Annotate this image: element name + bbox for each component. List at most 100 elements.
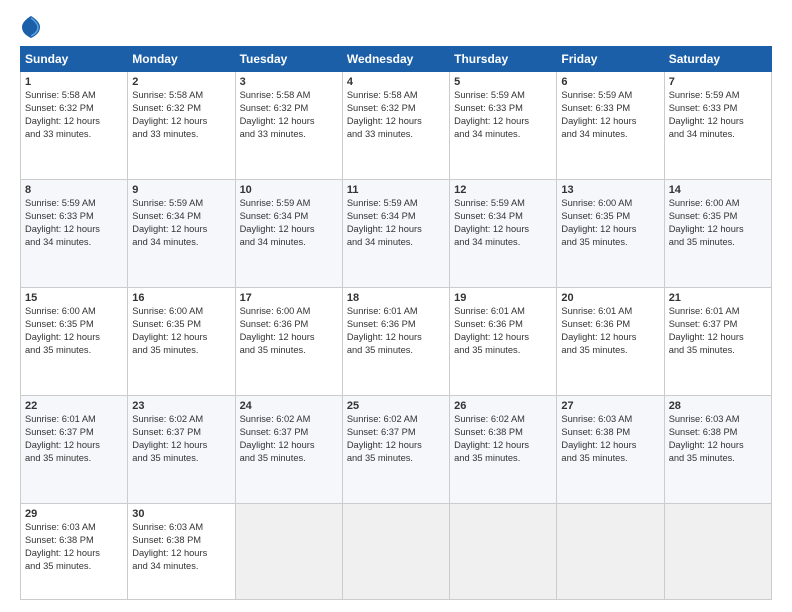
calendar-cell: 20Sunrise: 6:01 AM Sunset: 6:36 PM Dayli… (557, 287, 664, 395)
calendar-cell: 30Sunrise: 6:03 AM Sunset: 6:38 PM Dayli… (128, 503, 235, 599)
calendar-cell: 22Sunrise: 6:01 AM Sunset: 6:37 PM Dayli… (21, 395, 128, 503)
calendar-day-header: Wednesday (342, 47, 449, 72)
calendar-cell: 10Sunrise: 5:59 AM Sunset: 6:34 PM Dayli… (235, 179, 342, 287)
calendar-cell (450, 503, 557, 599)
calendar-cell (664, 503, 771, 599)
day-info: Sunrise: 6:02 AM Sunset: 6:37 PM Dayligh… (240, 413, 338, 465)
day-info: Sunrise: 5:59 AM Sunset: 6:33 PM Dayligh… (25, 197, 123, 249)
calendar-day-header: Saturday (664, 47, 771, 72)
day-number: 19 (454, 292, 552, 304)
calendar-cell: 18Sunrise: 6:01 AM Sunset: 6:36 PM Dayli… (342, 287, 449, 395)
day-number: 27 (561, 400, 659, 412)
calendar-cell: 17Sunrise: 6:00 AM Sunset: 6:36 PM Dayli… (235, 287, 342, 395)
calendar-cell: 14Sunrise: 6:00 AM Sunset: 6:35 PM Dayli… (664, 179, 771, 287)
logo-icon (22, 16, 40, 38)
day-number: 12 (454, 184, 552, 196)
page: SundayMondayTuesdayWednesdayThursdayFrid… (0, 0, 792, 612)
day-info: Sunrise: 6:00 AM Sunset: 6:35 PM Dayligh… (561, 197, 659, 249)
day-info: Sunrise: 5:58 AM Sunset: 6:32 PM Dayligh… (347, 89, 445, 141)
day-info: Sunrise: 6:01 AM Sunset: 6:37 PM Dayligh… (669, 305, 767, 357)
calendar-cell: 25Sunrise: 6:02 AM Sunset: 6:37 PM Dayli… (342, 395, 449, 503)
day-number: 25 (347, 400, 445, 412)
day-info: Sunrise: 5:59 AM Sunset: 6:34 PM Dayligh… (240, 197, 338, 249)
calendar-cell: 24Sunrise: 6:02 AM Sunset: 6:37 PM Dayli… (235, 395, 342, 503)
day-number: 16 (132, 292, 230, 304)
calendar-cell: 9Sunrise: 5:59 AM Sunset: 6:34 PM Daylig… (128, 179, 235, 287)
day-info: Sunrise: 6:02 AM Sunset: 6:38 PM Dayligh… (454, 413, 552, 465)
day-info: Sunrise: 6:00 AM Sunset: 6:35 PM Dayligh… (132, 305, 230, 357)
day-info: Sunrise: 6:01 AM Sunset: 6:37 PM Dayligh… (25, 413, 123, 465)
calendar-day-header: Monday (128, 47, 235, 72)
calendar-cell: 28Sunrise: 6:03 AM Sunset: 6:38 PM Dayli… (664, 395, 771, 503)
day-number: 26 (454, 400, 552, 412)
day-number: 2 (132, 76, 230, 88)
day-info: Sunrise: 5:59 AM Sunset: 6:33 PM Dayligh… (561, 89, 659, 141)
day-info: Sunrise: 6:03 AM Sunset: 6:38 PM Dayligh… (25, 521, 123, 573)
calendar-cell: 19Sunrise: 6:01 AM Sunset: 6:36 PM Dayli… (450, 287, 557, 395)
day-number: 28 (669, 400, 767, 412)
day-info: Sunrise: 5:58 AM Sunset: 6:32 PM Dayligh… (25, 89, 123, 141)
day-info: Sunrise: 6:01 AM Sunset: 6:36 PM Dayligh… (347, 305, 445, 357)
calendar-cell: 16Sunrise: 6:00 AM Sunset: 6:35 PM Dayli… (128, 287, 235, 395)
day-number: 21 (669, 292, 767, 304)
day-info: Sunrise: 6:01 AM Sunset: 6:36 PM Dayligh… (561, 305, 659, 357)
day-number: 29 (25, 508, 123, 520)
calendar-table: SundayMondayTuesdayWednesdayThursdayFrid… (20, 46, 772, 600)
calendar-cell: 13Sunrise: 6:00 AM Sunset: 6:35 PM Dayli… (557, 179, 664, 287)
calendar-cell: 8Sunrise: 5:59 AM Sunset: 6:33 PM Daylig… (21, 179, 128, 287)
day-number: 23 (132, 400, 230, 412)
calendar-cell: 21Sunrise: 6:01 AM Sunset: 6:37 PM Dayli… (664, 287, 771, 395)
calendar-cell: 1Sunrise: 5:58 AM Sunset: 6:32 PM Daylig… (21, 72, 128, 180)
day-number: 4 (347, 76, 445, 88)
calendar-cell: 23Sunrise: 6:02 AM Sunset: 6:37 PM Dayli… (128, 395, 235, 503)
calendar-day-header: Friday (557, 47, 664, 72)
calendar-cell (342, 503, 449, 599)
day-number: 30 (132, 508, 230, 520)
day-number: 10 (240, 184, 338, 196)
day-info: Sunrise: 5:59 AM Sunset: 6:33 PM Dayligh… (669, 89, 767, 141)
calendar-day-header: Thursday (450, 47, 557, 72)
day-number: 14 (669, 184, 767, 196)
day-info: Sunrise: 6:02 AM Sunset: 6:37 PM Dayligh… (132, 413, 230, 465)
day-info: Sunrise: 6:00 AM Sunset: 6:35 PM Dayligh… (25, 305, 123, 357)
calendar-day-header: Tuesday (235, 47, 342, 72)
calendar-cell (235, 503, 342, 599)
day-number: 13 (561, 184, 659, 196)
day-number: 6 (561, 76, 659, 88)
day-number: 5 (454, 76, 552, 88)
day-info: Sunrise: 5:59 AM Sunset: 6:34 PM Dayligh… (347, 197, 445, 249)
calendar-cell: 6Sunrise: 5:59 AM Sunset: 6:33 PM Daylig… (557, 72, 664, 180)
calendar-cell: 26Sunrise: 6:02 AM Sunset: 6:38 PM Dayli… (450, 395, 557, 503)
calendar-cell: 12Sunrise: 5:59 AM Sunset: 6:34 PM Dayli… (450, 179, 557, 287)
calendar-cell: 3Sunrise: 5:58 AM Sunset: 6:32 PM Daylig… (235, 72, 342, 180)
day-info: Sunrise: 5:58 AM Sunset: 6:32 PM Dayligh… (132, 89, 230, 141)
calendar-cell: 29Sunrise: 6:03 AM Sunset: 6:38 PM Dayli… (21, 503, 128, 599)
day-number: 17 (240, 292, 338, 304)
day-info: Sunrise: 6:01 AM Sunset: 6:36 PM Dayligh… (454, 305, 552, 357)
day-info: Sunrise: 6:00 AM Sunset: 6:35 PM Dayligh… (669, 197, 767, 249)
day-number: 15 (25, 292, 123, 304)
day-number: 22 (25, 400, 123, 412)
calendar-cell: 27Sunrise: 6:03 AM Sunset: 6:38 PM Dayli… (557, 395, 664, 503)
day-info: Sunrise: 6:03 AM Sunset: 6:38 PM Dayligh… (561, 413, 659, 465)
day-number: 9 (132, 184, 230, 196)
day-number: 8 (25, 184, 123, 196)
day-info: Sunrise: 6:00 AM Sunset: 6:36 PM Dayligh… (240, 305, 338, 357)
day-number: 3 (240, 76, 338, 88)
day-number: 24 (240, 400, 338, 412)
day-number: 1 (25, 76, 123, 88)
calendar-cell (557, 503, 664, 599)
day-number: 7 (669, 76, 767, 88)
day-info: Sunrise: 6:03 AM Sunset: 6:38 PM Dayligh… (132, 521, 230, 573)
day-number: 11 (347, 184, 445, 196)
logo (20, 16, 40, 38)
day-info: Sunrise: 6:02 AM Sunset: 6:37 PM Dayligh… (347, 413, 445, 465)
day-info: Sunrise: 5:59 AM Sunset: 6:34 PM Dayligh… (132, 197, 230, 249)
calendar-cell: 2Sunrise: 5:58 AM Sunset: 6:32 PM Daylig… (128, 72, 235, 180)
calendar-cell: 5Sunrise: 5:59 AM Sunset: 6:33 PM Daylig… (450, 72, 557, 180)
header (20, 16, 772, 38)
day-number: 18 (347, 292, 445, 304)
day-info: Sunrise: 5:58 AM Sunset: 6:32 PM Dayligh… (240, 89, 338, 141)
day-number: 20 (561, 292, 659, 304)
calendar-cell: 7Sunrise: 5:59 AM Sunset: 6:33 PM Daylig… (664, 72, 771, 180)
